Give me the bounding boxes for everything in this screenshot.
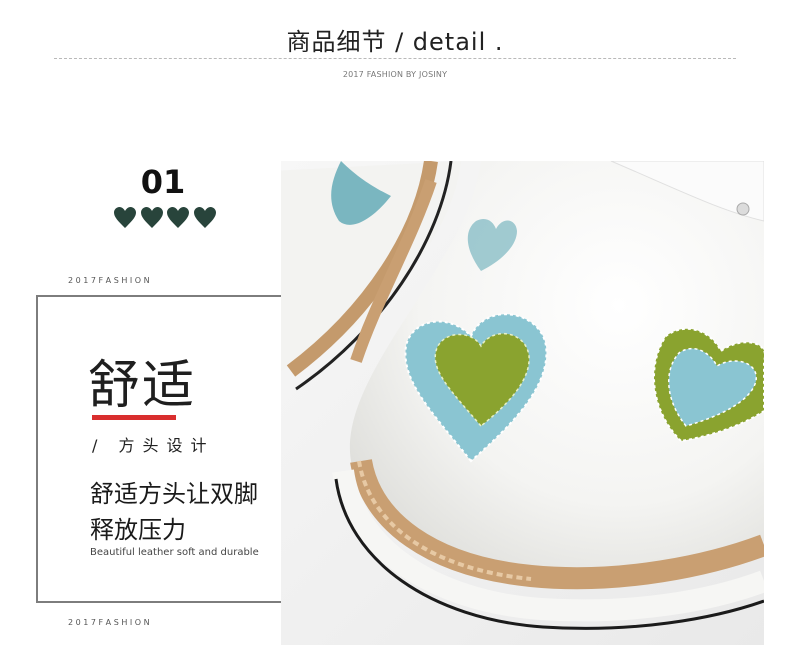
description-line: 释放压力 xyxy=(90,516,186,544)
feature-title: 舒适 xyxy=(88,356,197,416)
description-line: 舒适方头让双脚 xyxy=(90,480,258,508)
heart-icon xyxy=(114,207,136,228)
fashion-tagline-top: 2 0 1 7 F A S H I O N xyxy=(68,276,260,285)
heart-icon xyxy=(167,207,190,228)
feature-subtitle: / 方头设计 xyxy=(92,436,215,455)
feature-english-caption: Beautiful leather soft and durable xyxy=(90,547,259,558)
fashion-tagline-text: 2 0 1 7 F A S H I O N xyxy=(68,276,150,285)
feature-description: 舒适方头让双脚 释放压力 xyxy=(90,476,258,548)
heart-icon xyxy=(193,207,216,228)
heart-rating xyxy=(113,206,217,230)
fashion-tagline-bottom: 2 0 1 7 F A S H I O N xyxy=(68,618,260,627)
feature-number: 01 xyxy=(140,163,186,201)
heart-icon xyxy=(140,207,163,228)
product-photo xyxy=(281,161,764,645)
shoe-illustration xyxy=(281,161,764,645)
header-subtitle: 2017 FASHION BY JOSINY xyxy=(342,70,448,79)
header-divider xyxy=(54,58,736,59)
title-underline xyxy=(92,415,176,420)
fashion-tagline-text: 2 0 1 7 F A S H I O N xyxy=(68,618,150,627)
page-title: 商品细节 / detail . xyxy=(286,28,504,56)
